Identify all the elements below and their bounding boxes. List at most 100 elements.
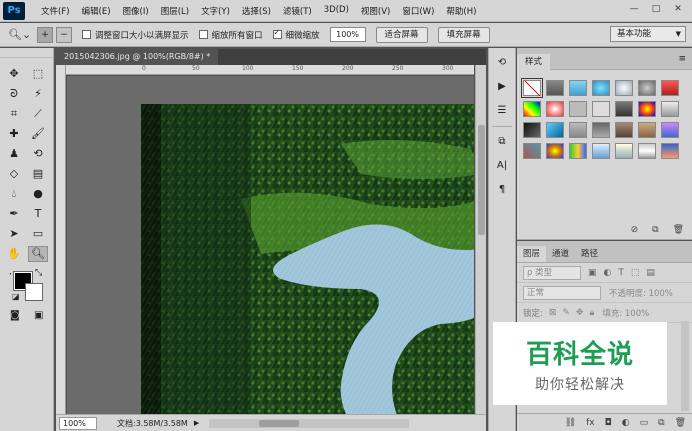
layer-kind-select[interactable]: ρ 类型 bbox=[523, 265, 581, 280]
history-brush-tool-icon[interactable]: ⟲ bbox=[28, 146, 48, 162]
tab-styles[interactable]: 样式 bbox=[517, 54, 551, 70]
add-mask-icon[interactable]: ◘ bbox=[605, 418, 612, 428]
lock-pixels-icon[interactable]: ✎ bbox=[562, 308, 570, 318]
vertical-scrollbar[interactable] bbox=[475, 65, 486, 414]
style-swatch[interactable] bbox=[615, 122, 633, 138]
menu-window[interactable]: 窗口(W) bbox=[396, 5, 440, 17]
fx-icon[interactable]: fx bbox=[586, 418, 595, 428]
workspace-select[interactable]: 基本功能 ▼ bbox=[610, 26, 686, 42]
tab-paths[interactable]: 路径 bbox=[575, 246, 604, 262]
status-menu-arrow-icon[interactable]: ▶ bbox=[194, 419, 199, 427]
gradient-tool-icon[interactable]: ▤ bbox=[28, 166, 48, 182]
menu-filter[interactable]: 滤镜(T) bbox=[277, 5, 318, 17]
layers-scrollbar[interactable] bbox=[681, 321, 689, 411]
lock-position-icon[interactable]: ✥ bbox=[576, 308, 584, 318]
fill-control[interactable]: 填充: 100% bbox=[602, 307, 649, 319]
lasso-tool-icon[interactable]: ᘐ bbox=[4, 86, 24, 102]
tab-channels[interactable]: 通道 bbox=[546, 246, 575, 262]
zoom-in-button[interactable]: + bbox=[37, 26, 53, 43]
lock-transparency-icon[interactable]: ⊠ bbox=[549, 308, 557, 318]
zoom-all-windows-checkbox[interactable]: 缩放所有窗口 bbox=[198, 29, 263, 41]
style-swatch[interactable] bbox=[592, 143, 610, 159]
paragraph-panel-icon[interactable]: ¶ bbox=[492, 181, 512, 199]
properties-panel-icon[interactable]: ☰ bbox=[492, 102, 512, 120]
dodge-tool-icon[interactable]: ● bbox=[28, 186, 48, 202]
type-tool-icon[interactable]: T bbox=[28, 206, 48, 222]
menu-file[interactable]: 文件(F) bbox=[35, 5, 76, 17]
tab-layers[interactable]: 图层 bbox=[517, 246, 547, 262]
scroll-thumb[interactable] bbox=[259, 419, 300, 427]
healing-brush-tool-icon[interactable]: ✚ bbox=[4, 126, 24, 142]
style-swatch[interactable] bbox=[546, 122, 564, 138]
style-swatch[interactable] bbox=[523, 101, 541, 117]
style-swatch[interactable] bbox=[615, 143, 633, 159]
pixel-filter-icon[interactable]: ▣ bbox=[588, 268, 597, 278]
scrubby-zoom-checkbox[interactable]: 细微缩放 bbox=[272, 28, 320, 41]
horizontal-scrollbar[interactable] bbox=[209, 418, 410, 428]
eyedropper-tool-icon[interactable]: ⟋ bbox=[28, 106, 48, 122]
vertical-ruler[interactable] bbox=[56, 65, 66, 414]
adjustment-layer-icon[interactable]: ◐ bbox=[622, 418, 630, 428]
style-swatch[interactable] bbox=[523, 122, 541, 138]
style-swatch[interactable] bbox=[638, 122, 656, 138]
brush-tool-icon[interactable]: 🖌︎ bbox=[28, 126, 48, 142]
menu-type[interactable]: 文字(Y) bbox=[195, 5, 236, 17]
rectangle-tool-icon[interactable]: ▭ bbox=[28, 226, 48, 242]
minimize-button[interactable]: — bbox=[624, 2, 644, 16]
path-selection-tool-icon[interactable]: ➤ bbox=[4, 226, 24, 242]
menu-select[interactable]: 选择(S) bbox=[236, 5, 277, 17]
actions-panel-icon[interactable]: ▶ bbox=[492, 78, 512, 96]
document-tab[interactable]: 2015042306.jpg @ 100%(RGB/8#) * bbox=[56, 49, 219, 65]
horizontal-ruler[interactable]: 0 50 100 150 200 250 300 bbox=[66, 65, 474, 75]
magic-wand-tool-icon[interactable]: ⚡ bbox=[28, 86, 48, 102]
style-swatch[interactable] bbox=[661, 80, 679, 96]
menu-help[interactable]: 帮助(H) bbox=[440, 5, 482, 17]
default-colors-icon[interactable]: ◪ bbox=[12, 292, 20, 301]
pen-tool-icon[interactable]: ✒ bbox=[4, 206, 24, 222]
delete-layer-icon[interactable]: 🗑︎ bbox=[675, 418, 686, 428]
fit-screen-button[interactable]: 适合屏幕 bbox=[375, 26, 428, 43]
fill-screen-button[interactable]: 填充屏幕 bbox=[437, 26, 490, 43]
menu-3d[interactable]: 3D(D) bbox=[318, 5, 355, 17]
crop-tool-icon[interactable]: ⌗ bbox=[4, 106, 24, 122]
opacity-control[interactable]: 不透明度: 100% bbox=[609, 287, 673, 299]
eraser-tool-icon[interactable]: ◇ bbox=[4, 166, 24, 182]
resize-windows-checkbox[interactable]: 调整窗口大小以满屏显示 bbox=[82, 29, 189, 41]
style-swatch[interactable] bbox=[592, 80, 610, 96]
style-swatch[interactable] bbox=[569, 143, 587, 159]
style-swatch[interactable] bbox=[592, 122, 610, 138]
style-swatch[interactable] bbox=[615, 80, 633, 96]
menu-view[interactable]: 视图(V) bbox=[355, 5, 396, 17]
style-swatch[interactable] bbox=[546, 101, 564, 117]
lock-all-icon[interactable]: 🔒︎ bbox=[590, 308, 595, 318]
delete-style-icon[interactable]: 🗑︎ bbox=[673, 225, 684, 235]
canvas-area[interactable] bbox=[67, 76, 474, 414]
hand-tool-icon[interactable]: ✋ bbox=[4, 246, 24, 262]
swap-colors-icon[interactable]: ⤡ bbox=[35, 268, 42, 278]
new-layer-icon[interactable]: ⧉ bbox=[658, 418, 664, 428]
type-filter-icon[interactable]: T bbox=[618, 268, 624, 278]
menu-edit[interactable]: 编辑(E) bbox=[76, 5, 117, 17]
shape-filter-icon[interactable]: ⬚ bbox=[631, 268, 640, 278]
character-panel-icon[interactable]: A| bbox=[492, 157, 512, 175]
background-color-swatch[interactable] bbox=[25, 283, 43, 301]
panel-menu-icon[interactable]: ≡ bbox=[678, 54, 686, 64]
blur-tool-icon[interactable]: 💧︎ bbox=[4, 186, 24, 202]
marquee-tool-icon[interactable]: ⬚ bbox=[28, 66, 48, 82]
zoom-tool-preset-icon[interactable]: 🔍︎⌄ bbox=[8, 26, 34, 44]
style-swatch[interactable] bbox=[615, 101, 633, 117]
smart-object-filter-icon[interactable]: ▤ bbox=[646, 268, 655, 278]
clear-style-icon[interactable]: ⊘ bbox=[631, 225, 639, 235]
style-swatch[interactable] bbox=[569, 80, 587, 96]
screen-mode-icon[interactable]: ▣ bbox=[34, 310, 43, 321]
clone-source-panel-icon[interactable]: ⧉ bbox=[492, 133, 512, 151]
move-tool-icon[interactable]: ✥ bbox=[4, 66, 24, 82]
style-swatch[interactable] bbox=[546, 80, 564, 96]
menu-image[interactable]: 图像(I) bbox=[117, 5, 155, 17]
scroll-thumb[interactable] bbox=[478, 125, 485, 235]
new-style-icon[interactable]: ⧉ bbox=[652, 225, 658, 235]
quick-mask-icon[interactable]: ◙ bbox=[10, 310, 20, 321]
style-swatch[interactable] bbox=[523, 143, 541, 159]
zoom-percent-field[interactable]: 100% bbox=[329, 27, 366, 42]
style-swatch[interactable] bbox=[638, 80, 656, 96]
